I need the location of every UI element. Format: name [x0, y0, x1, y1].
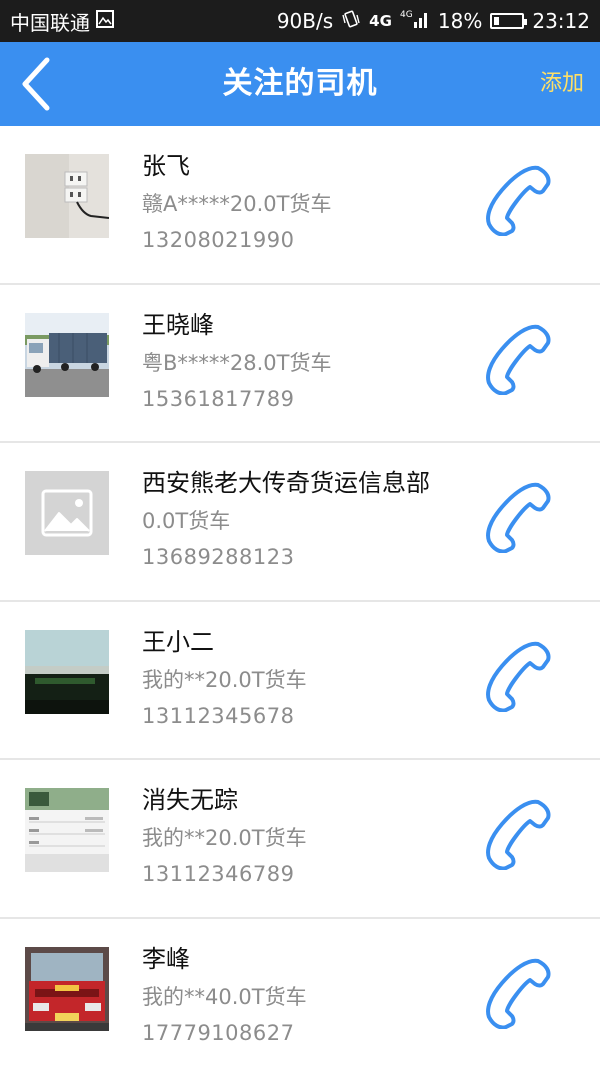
truck-info: 我的**20.0T货车 — [142, 826, 307, 850]
gallery-notification-icon — [96, 9, 114, 33]
call-button[interactable] — [480, 953, 556, 1029]
truck-info: 粤B*****28.0T货车 — [142, 350, 332, 375]
driver-list-item[interactable]: 王晓峰粤B*****28.0T货车 15361817789 — [0, 284, 600, 443]
battery-fill — [494, 17, 500, 25]
page-title: 关注的司机 — [222, 66, 378, 101]
driver-name: 消失无踪 — [142, 786, 238, 814]
driver-list: 张飞赣A*****20.0T货车 13208021990 王晓峰粤B*****28.… — [0, 126, 600, 1067]
battery-icon — [490, 13, 528, 29]
phone-number: 17779108627 — [142, 1020, 295, 1045]
network-speed: 90B/s — [276, 9, 334, 33]
truck-info: 我的**40.0T货车 — [142, 984, 307, 1009]
status-right: 90B/s 4G 4G 18% 23:12 — [277, 0, 590, 42]
phone-icon — [486, 482, 551, 554]
driver-name: 李峰 — [142, 944, 190, 973]
phone-number: 13112345678 — [142, 703, 295, 728]
phone-number: 13689288123 — [142, 545, 295, 569]
driver-name: 王晓峰 — [142, 310, 214, 339]
phone-icon — [486, 641, 551, 712]
driver-name: 张飞 — [142, 152, 190, 180]
driver-list-item[interactable]: 王小二我的**20.0T货车 13112345678 — [0, 601, 600, 760]
driver-name: 王小二 — [142, 627, 214, 656]
driver-avatar — [25, 312, 109, 397]
phone-icon — [486, 324, 551, 395]
call-button[interactable] — [480, 794, 556, 871]
truck-info: 我的**20.0T货车 — [142, 667, 307, 692]
phone-icon — [486, 958, 551, 1029]
title-bar: 关注的司机 添加 — [0, 42, 600, 126]
phone-number: 13208021990 — [142, 228, 295, 252]
truck-info: 0.0T货车 — [142, 509, 231, 533]
clock: 23:12 — [532, 9, 590, 33]
svg-text:4G: 4G — [400, 10, 413, 20]
driver-avatar — [25, 788, 109, 872]
carrier-label: 中国联通 — [10, 10, 90, 35]
phone-icon — [486, 165, 551, 237]
driver-avatar — [25, 471, 109, 555]
network-type-label: 4G — [369, 12, 392, 30]
driver-list-item[interactable]: 消失无踪我的**20.0T货车 13112346789 — [0, 760, 600, 919]
call-button[interactable] — [480, 636, 556, 712]
back-chevron-icon — [22, 57, 50, 111]
driver-avatar — [25, 629, 109, 714]
battery-percent: 18% — [437, 9, 483, 33]
call-button[interactable] — [480, 319, 556, 395]
status-bar: 中国联通 90B/s 4G 4G 18% 23:12 — [0, 0, 600, 42]
phone-icon — [486, 799, 551, 871]
vibrate-icon — [341, 9, 361, 34]
back-button[interactable] — [10, 54, 60, 114]
phone-number: 15361817789 — [142, 386, 295, 411]
call-button[interactable] — [480, 160, 556, 237]
driver-list-item[interactable]: 西安熊老大传奇货运信息部 0.0T货车 13689288123 — [0, 443, 600, 602]
add-driver-button[interactable]: 添加 — [540, 42, 584, 126]
driver-list-item[interactable]: 李峰我的**40.0T货车 17779108627 — [0, 918, 600, 1067]
driver-avatar — [25, 946, 109, 1031]
signal-icon: 4G — [400, 8, 430, 35]
driver-avatar — [25, 154, 109, 238]
call-button[interactable] — [480, 477, 556, 554]
status-left: 中国联通 — [10, 0, 114, 42]
phone-number: 13112346789 — [142, 862, 295, 886]
driver-list-item[interactable]: 张飞赣A*****20.0T货车 13208021990 — [0, 126, 600, 285]
driver-name: 西安熊老大传奇货运信息部 — [142, 469, 430, 497]
truck-info: 赣A*****20.0T货车 — [142, 192, 332, 216]
